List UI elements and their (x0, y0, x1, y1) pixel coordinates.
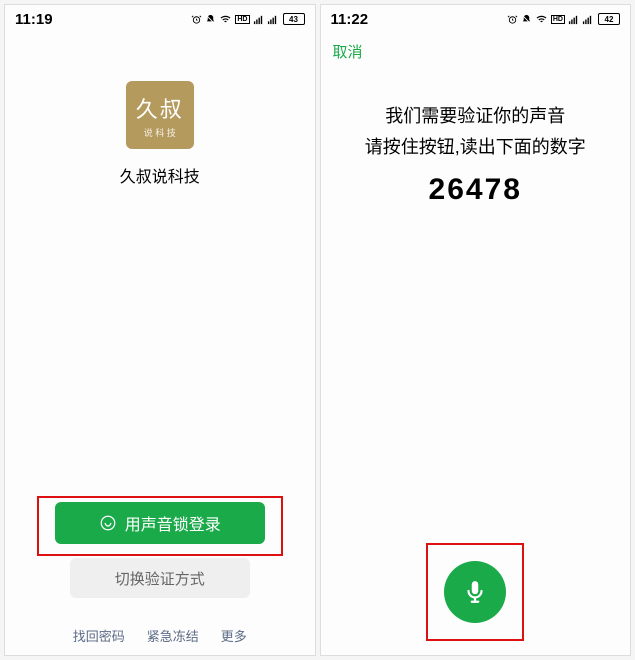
switch-method-label: 切换验证方式 (115, 568, 205, 589)
battery-icon: 42 (598, 13, 620, 25)
avatar-text-big: 久叔 (136, 92, 184, 124)
phone-screen-left: 11:19 HD 43 久叔 说 科 技 久叔说科技 用声音锁登录 切换验证方式… (4, 4, 316, 656)
signal-icon-2 (267, 14, 278, 25)
app-avatar: 久叔 说 科 技 (126, 81, 194, 149)
verify-instructions: 我们需要验证你的声音 请按住按钮,读出下面的数字 (321, 101, 631, 162)
verify-line-2: 请按住按钮,读出下面的数字 (321, 132, 631, 163)
wifi-icon (535, 14, 548, 25)
microphone-button[interactable] (444, 561, 506, 623)
wifi-icon (219, 14, 232, 25)
voice-login-button[interactable]: 用声音锁登录 (55, 502, 265, 544)
phone-screen-right: 11:22 HD 42 取消 我们需要验证你的声音 请按住按钮,读出下面的数字 … (320, 4, 632, 656)
more-link[interactable]: 更多 (221, 626, 247, 645)
switch-method-button[interactable]: 切换验证方式 (70, 558, 250, 598)
voice-lock-icon (99, 514, 117, 532)
signal-icon-1 (568, 14, 579, 25)
battery-icon: 43 (283, 13, 305, 25)
status-time: 11:22 (331, 11, 369, 28)
verification-number: 26478 (321, 173, 631, 207)
status-time: 11:19 (15, 11, 53, 28)
status-bar: 11:22 HD 42 (321, 5, 631, 33)
avatar-text-small: 说 科 技 (144, 126, 176, 139)
account-name: 久叔说科技 (120, 163, 200, 187)
status-icons: HD 43 (191, 13, 304, 25)
microphone-icon (462, 579, 488, 605)
voice-login-label: 用声音锁登录 (125, 511, 221, 535)
hd-icon: HD (235, 15, 249, 24)
find-password-link[interactable]: 找回密码 (73, 626, 125, 645)
alarm-icon (507, 14, 518, 25)
mute-icon (521, 14, 532, 25)
status-bar: 11:19 HD 43 (5, 5, 315, 33)
bottom-actions: 用声音锁登录 切换验证方式 找回密码 紧急冻结 更多 (5, 502, 315, 645)
footer-links: 找回密码 紧急冻结 更多 (73, 626, 247, 645)
alarm-icon (191, 14, 202, 25)
cancel-button[interactable]: 取消 (333, 41, 363, 62)
emergency-freeze-link[interactable]: 紧急冻结 (147, 626, 199, 645)
signal-icon-2 (582, 14, 593, 25)
mic-button-area (432, 549, 518, 635)
signal-icon-1 (253, 14, 264, 25)
status-icons: HD 42 (507, 13, 620, 25)
verify-line-1: 我们需要验证你的声音 (321, 101, 631, 132)
hd-icon: HD (551, 15, 565, 24)
mute-icon (205, 14, 216, 25)
